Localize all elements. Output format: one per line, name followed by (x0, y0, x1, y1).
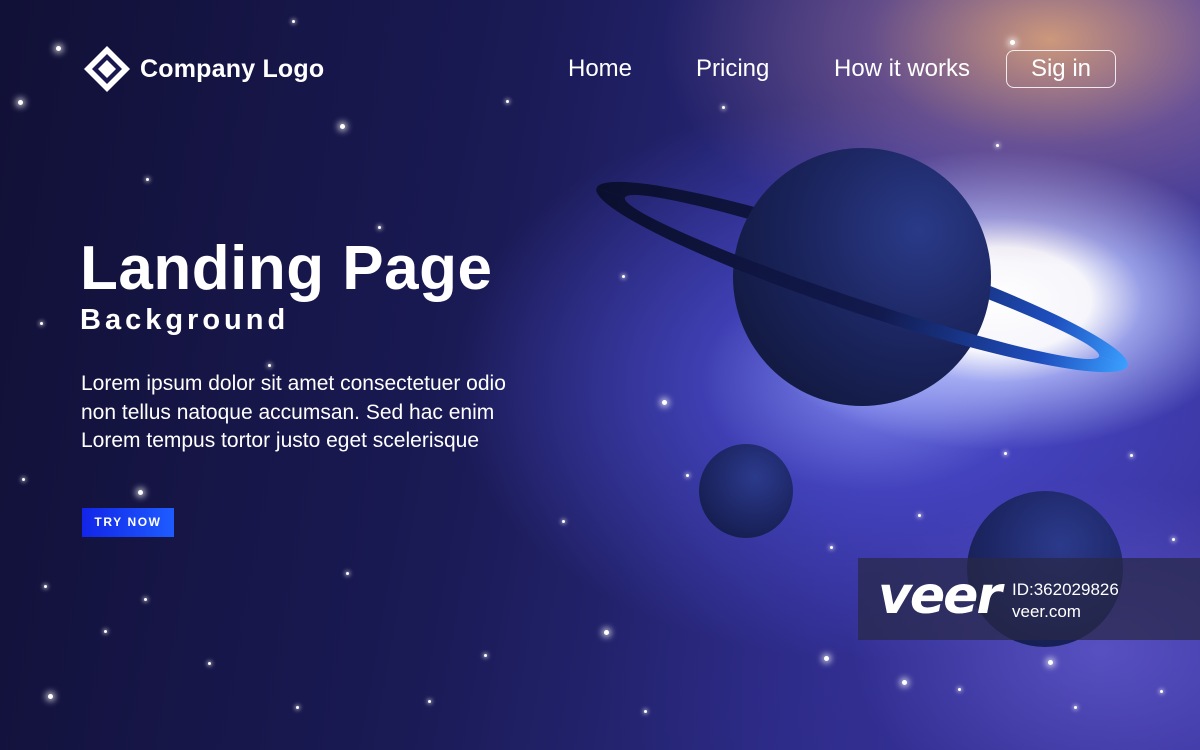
hero-body-line: Lorem tempus tortor justo eget scelerisq… (81, 429, 480, 452)
hero-subtitle: Background (80, 304, 290, 336)
nav-home-link[interactable]: Home (568, 50, 632, 88)
small-planet (699, 444, 793, 538)
hero-body-line: non tellus natoque accumsan. Sed hac eni… (81, 400, 495, 424)
sign-in-button[interactable]: Sig in (1006, 50, 1116, 88)
landing-page: Company Logo Home Pricing How it works S… (0, 0, 1200, 750)
nav-how-it-works-link[interactable]: How it works (834, 50, 970, 88)
hero-body-text: Lorem ipsum dolor sit amet consectetuer … (81, 370, 601, 456)
hero-body-line: Lorem ipsum dolor sit amet consectetuer … (81, 372, 506, 395)
veer-watermark: veer ID:362029826 veer.com (858, 558, 1200, 640)
try-now-button[interactable]: TRY NOW (82, 508, 174, 537)
watermark-id: ID:362029826 (1012, 580, 1119, 599)
nav-pricing-link[interactable]: Pricing (696, 50, 769, 88)
top-nav: Home Pricing How it works Sig in (0, 50, 1200, 90)
hero-title: Landing Page (80, 234, 493, 303)
veer-logo: veer (878, 566, 1002, 626)
watermark-site: veer.com (1012, 602, 1081, 621)
